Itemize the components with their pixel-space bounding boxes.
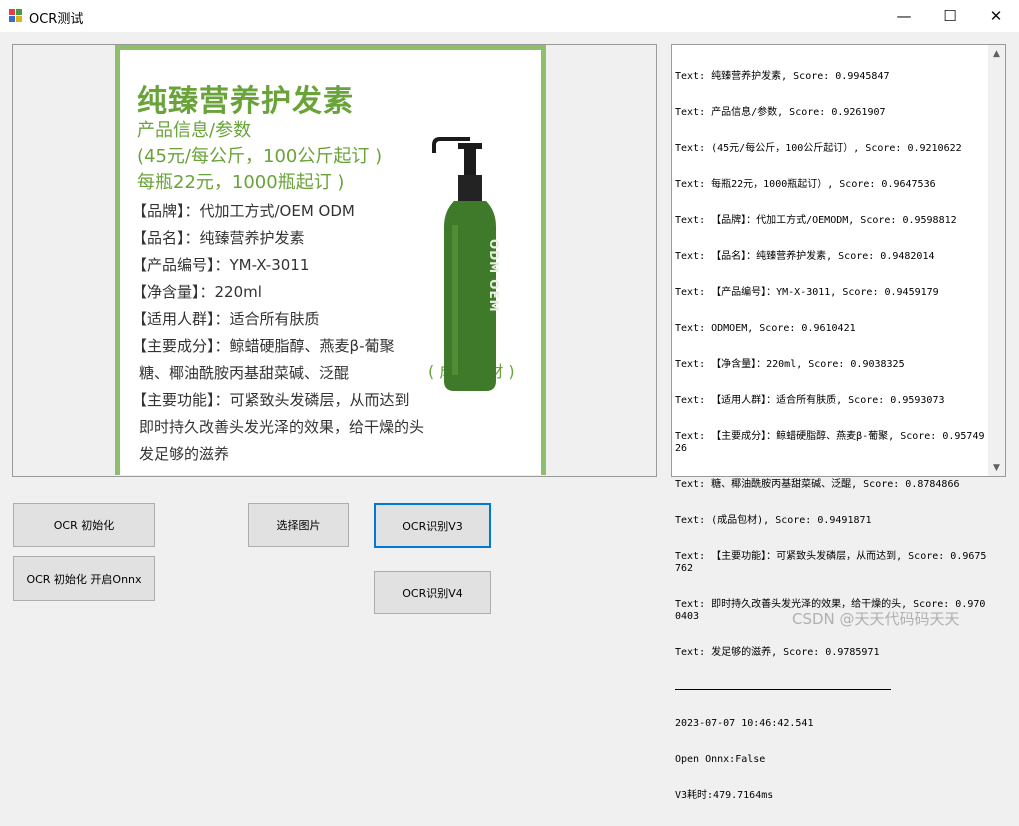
log-line: Text: 【品牌】：代加工方式/OEMODM, Score: 0.959881…	[675, 215, 957, 226]
log-line: Text: ODMOEM, Score: 0.9610421	[675, 323, 856, 334]
scroll-down-icon[interactable]: ▼	[988, 459, 1005, 476]
separator-line	[675, 683, 891, 690]
minimize-button[interactable]: —	[881, 0, 927, 32]
product-code: 【产品编号】：YM-X-3011	[132, 256, 310, 274]
log-line: Text: 纯臻营养护发素, Score: 0.9945847	[675, 71, 890, 82]
minimize-icon: —	[896, 7, 912, 25]
title-bar: OCR测试 — ☐ ✕	[0, 0, 1019, 32]
ocr-init-onnx-button[interactable]: OCR 初始化 开启Onnx	[13, 556, 155, 601]
log-line: Text: 【净含量】：220ml, Score: 0.9038325	[675, 359, 905, 370]
log-line: Text: 糖、椰油酰胺丙基甜菜碱、泛醌, Score: 0.8784866	[675, 479, 960, 490]
product-function-2: 即时持久改善头发光泽的效果，给干燥的头	[139, 418, 425, 436]
product-brand: 【品牌】：代加工方式/OEM ODM	[132, 202, 355, 220]
close-button[interactable]: ✕	[973, 0, 1019, 32]
log-line: Text: 每瓶22元，1000瓶起订）, Score: 0.9647536	[675, 179, 936, 190]
log-line: Text: 发足够的滋养, Score: 0.9785971	[675, 647, 880, 658]
log-onnx-status: Open Onnx:False	[675, 754, 766, 765]
log-timestamp: 2023-07-07 10:46:42.541	[675, 718, 814, 729]
product-function-3: 发足够的滋养	[139, 445, 230, 463]
ocr-v4-button[interactable]: OCR识别V4	[374, 571, 491, 614]
product-image: 纯臻营养护发素 产品信息/参数 (45元/每公斤，100公斤起订 ) 每瓶22元…	[115, 45, 546, 475]
ocr-init-button[interactable]: OCR 初始化	[13, 503, 155, 547]
log-line: Text: (成品包材), Score: 0.9491871	[675, 515, 872, 526]
bottle-label: ODM OEM	[487, 239, 501, 313]
log-line: Text: 【品名】：纯臻营养护发素, Score: 0.9482014	[675, 251, 935, 262]
product-subtitle: 产品信息/参数	[137, 120, 252, 141]
log-line: Text: 产品信息/参数, Score: 0.9261907	[675, 107, 886, 118]
result-text: Text: 纯臻营养护发素, Score: 0.9945847 Text: 产品…	[675, 47, 987, 826]
product-name: 【品名】：纯臻营养护发素	[132, 229, 305, 247]
product-ingredients-2: 糖、椰油酰胺丙基甜菜碱、泛醌	[139, 364, 350, 382]
product-price-line1: (45元/每公斤，100公斤起订 )	[137, 146, 383, 167]
maximize-button[interactable]: ☐	[927, 0, 973, 32]
product-image-content: 纯臻营养护发素 产品信息/参数 (45元/每公斤，100公斤起订 ) 每瓶22元…	[120, 50, 541, 475]
product-volume: 【净含量】：220ml	[132, 283, 262, 301]
vertical-scrollbar[interactable]: ▲ ▼	[988, 45, 1005, 476]
select-image-button[interactable]: 选择图片	[248, 503, 349, 547]
watermark: CSDN @天天代码码天天	[792, 610, 960, 628]
product-audience: 【适用人群】：适合所有肤质	[132, 310, 320, 328]
log-line: Text: 【产品编号】：YM-X-3011, Score: 0.9459179	[675, 287, 939, 298]
log-line: Text: 【适用人群】：适合所有肤质, Score: 0.9593073	[675, 395, 945, 406]
close-icon: ✕	[989, 7, 1003, 25]
result-textbox[interactable]: Text: 纯臻营养护发素, Score: 0.9945847 Text: 产品…	[671, 44, 1006, 801]
product-function-1: 【主要功能】：可紧致头发磷层，从而达到	[132, 391, 410, 409]
product-ingredients-1: 【主要成分】：鲸蜡硬脂醇、燕麦β-葡聚	[132, 337, 395, 355]
log-line: Text: 【主要功能】：可紧致头发磷层，从而达到, Score: 0.9675…	[675, 551, 987, 574]
scroll-up-icon[interactable]: ▲	[988, 45, 1005, 62]
log-line: Text: 【主要成分】：鲸蜡硬脂醇、燕麦β-葡聚, Score: 0.9574…	[675, 431, 985, 454]
ocr-v3-button[interactable]: OCR识别V3	[374, 503, 491, 548]
product-price-line2: 每瓶22元，1000瓶起订 )	[137, 172, 345, 193]
log-timing: V3耗时:479.7164ms	[675, 790, 774, 801]
product-title: 纯臻营养护发素	[137, 84, 354, 119]
log-line: Text: (45元/每公斤，100公斤起订）, Score: 0.921062…	[675, 143, 962, 154]
app-icon	[9, 9, 22, 22]
maximize-icon: ☐	[943, 7, 957, 25]
window-title: OCR测试	[29, 12, 84, 27]
